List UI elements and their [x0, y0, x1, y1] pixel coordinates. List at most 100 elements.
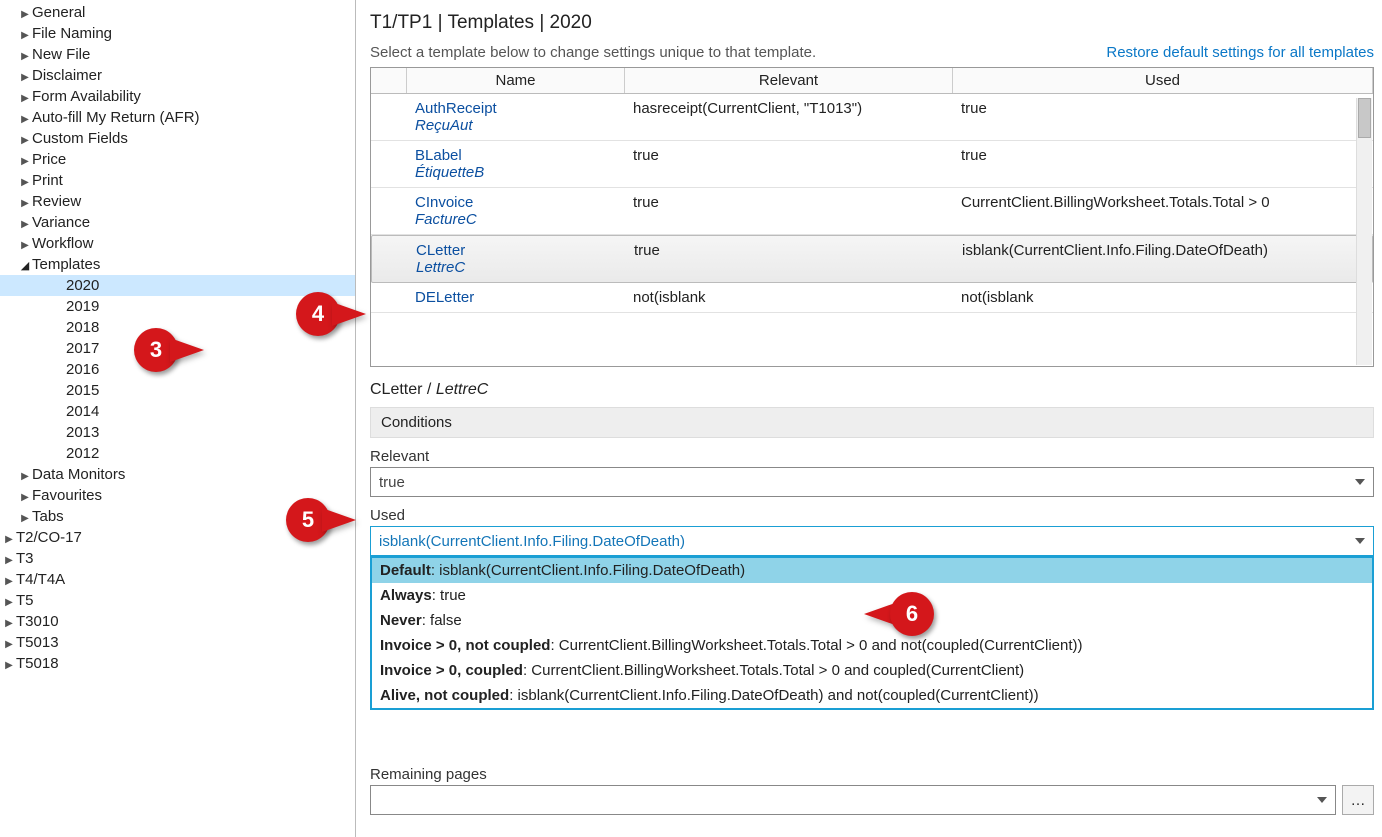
- scrollbar-thumb[interactable]: [1358, 98, 1371, 138]
- tree-item[interactable]: Favourites: [0, 485, 355, 506]
- table-row[interactable]: CInvoiceFactureCtrueCurrentClient.Billin…: [371, 188, 1373, 235]
- row-name: DELetter: [407, 287, 625, 308]
- tree-item-year[interactable]: 2020: [0, 275, 355, 296]
- tree-item-year[interactable]: 2014: [0, 401, 355, 422]
- tree-item[interactable]: Form Availability: [0, 86, 355, 107]
- row-used: true: [953, 145, 1373, 183]
- row-icon: [371, 192, 407, 230]
- tree-label: T4/T4A: [16, 571, 65, 588]
- detail-alt: LettreC: [436, 381, 488, 398]
- row-icon: [371, 287, 407, 308]
- tree-label: New File: [32, 46, 90, 63]
- col-name[interactable]: Name: [407, 68, 625, 93]
- tree-item[interactable]: Data Monitors: [0, 464, 355, 485]
- table-row[interactable]: CLetterLettreCtrueisblank(CurrentClient.…: [371, 235, 1373, 283]
- tree-item[interactable]: Variance: [0, 212, 355, 233]
- tree-label: T5: [16, 592, 34, 609]
- table-row[interactable]: BLabelÉtiquetteBtruetrue: [371, 141, 1373, 188]
- tree-label: Data Monitors: [32, 466, 125, 483]
- tree-label: General: [32, 4, 85, 21]
- col-used[interactable]: Used: [953, 68, 1373, 93]
- tree-label: Templates: [32, 256, 100, 273]
- restore-defaults-link[interactable]: Restore default settings for all templat…: [1106, 44, 1374, 61]
- tree-item-year[interactable]: 2018: [0, 317, 355, 338]
- tree-item[interactable]: Review: [0, 191, 355, 212]
- tree-item[interactable]: T3010: [0, 611, 355, 632]
- chevron-down-icon: [1355, 479, 1365, 485]
- tree-label: Favourites: [32, 487, 102, 504]
- tree-item[interactable]: New File: [0, 44, 355, 65]
- tree-item[interactable]: Auto-fill My Return (AFR): [0, 107, 355, 128]
- tree-item-year[interactable]: 2016: [0, 359, 355, 380]
- tree-item[interactable]: Custom Fields: [0, 128, 355, 149]
- tree-label: 2013: [66, 424, 99, 441]
- tree-item[interactable]: Disclaimer: [0, 65, 355, 86]
- row-name: CInvoiceFactureC: [407, 192, 625, 230]
- tree-label: Workflow: [32, 235, 93, 252]
- dropdown-option[interactable]: Never: false: [372, 608, 1372, 633]
- tree-item[interactable]: T3: [0, 548, 355, 569]
- chevron-right-icon: [4, 636, 14, 650]
- page-title: T1/TP1 | Templates | 2020: [370, 12, 1374, 34]
- chevron-right-icon: [4, 615, 14, 629]
- remaining-combo[interactable]: [370, 785, 1336, 815]
- ellipsis-button[interactable]: …: [1342, 785, 1374, 815]
- tree-label: 2012: [66, 445, 99, 462]
- remaining-label: Remaining pages: [370, 766, 1374, 783]
- chevron-right-icon: [20, 510, 30, 524]
- dropdown-option[interactable]: Invoice > 0, coupled: CurrentClient.Bill…: [372, 658, 1372, 683]
- tree-item[interactable]: T5018: [0, 653, 355, 674]
- tree-item[interactable]: T2/CO-17: [0, 527, 355, 548]
- tree-item[interactable]: File Naming: [0, 23, 355, 44]
- chevron-right-icon: [20, 90, 30, 104]
- tree-item-year[interactable]: 2012: [0, 443, 355, 464]
- dropdown-option[interactable]: Default: isblank(CurrentClient.Info.Fili…: [372, 558, 1372, 583]
- tree-item[interactable]: T5: [0, 590, 355, 611]
- tree-item[interactable]: Tabs: [0, 506, 355, 527]
- tree-item[interactable]: General: [0, 2, 355, 23]
- tree-item[interactable]: Print: [0, 170, 355, 191]
- chevron-right-icon: [20, 111, 30, 125]
- tree-label: T3: [16, 550, 34, 567]
- tree-label: T5018: [16, 655, 59, 672]
- chevron-right-icon: [20, 195, 30, 209]
- tree-item-year[interactable]: 2019: [0, 296, 355, 317]
- row-name: CLetterLettreC: [408, 240, 626, 278]
- chevron-right-icon: [20, 132, 30, 146]
- tree-item-year[interactable]: 2013: [0, 422, 355, 443]
- dropdown-option[interactable]: Alive, not coupled: isblank(CurrentClien…: [372, 683, 1372, 708]
- tree-label: Price: [32, 151, 66, 168]
- row-name: AuthReceiptReçuAut: [407, 98, 625, 136]
- used-label: Used: [370, 507, 1374, 524]
- relevant-combo[interactable]: true: [370, 467, 1374, 497]
- chevron-right-icon: [4, 657, 14, 671]
- row-relevant: true: [626, 240, 954, 278]
- used-value: isblank(CurrentClient.Info.Filing.DateOf…: [379, 533, 1355, 550]
- tree-item-year[interactable]: 2015: [0, 380, 355, 401]
- tree-item[interactable]: T4/T4A: [0, 569, 355, 590]
- used-combo[interactable]: isblank(CurrentClient.Info.Filing.DateOf…: [370, 526, 1374, 556]
- tree-item[interactable]: T5013: [0, 632, 355, 653]
- chevron-down-icon: [1317, 797, 1327, 803]
- dropdown-option[interactable]: Always: true: [372, 583, 1372, 608]
- main-panel: T1/TP1 | Templates | 2020 Select a templ…: [356, 0, 1382, 837]
- dropdown-option[interactable]: Invoice > 0, not coupled: CurrentClient.…: [372, 633, 1372, 658]
- row-relevant: not(isblank: [625, 287, 953, 308]
- table-row[interactable]: AuthReceiptReçuAuthasreceipt(CurrentClie…: [371, 94, 1373, 141]
- tree-label: Form Availability: [32, 88, 141, 105]
- tree-item-templates[interactable]: Templates: [0, 254, 355, 275]
- tree-item[interactable]: Workflow: [0, 233, 355, 254]
- tree-label: 2017: [66, 340, 99, 357]
- detail-header: CLetter / LettreC: [370, 381, 1374, 399]
- tree-label: File Naming: [32, 25, 112, 42]
- tree-item-year[interactable]: 2017: [0, 338, 355, 359]
- table-row[interactable]: DELetternot(isblanknot(isblank: [371, 283, 1373, 313]
- relevant-label: Relevant: [370, 448, 1374, 465]
- tree-label: 2020: [66, 277, 99, 294]
- scrollbar[interactable]: [1356, 98, 1372, 365]
- tree-item[interactable]: Price: [0, 149, 355, 170]
- col-relevant[interactable]: Relevant: [625, 68, 953, 93]
- tree-label: 2016: [66, 361, 99, 378]
- row-icon: [371, 145, 407, 183]
- chevron-right-icon: [4, 573, 14, 587]
